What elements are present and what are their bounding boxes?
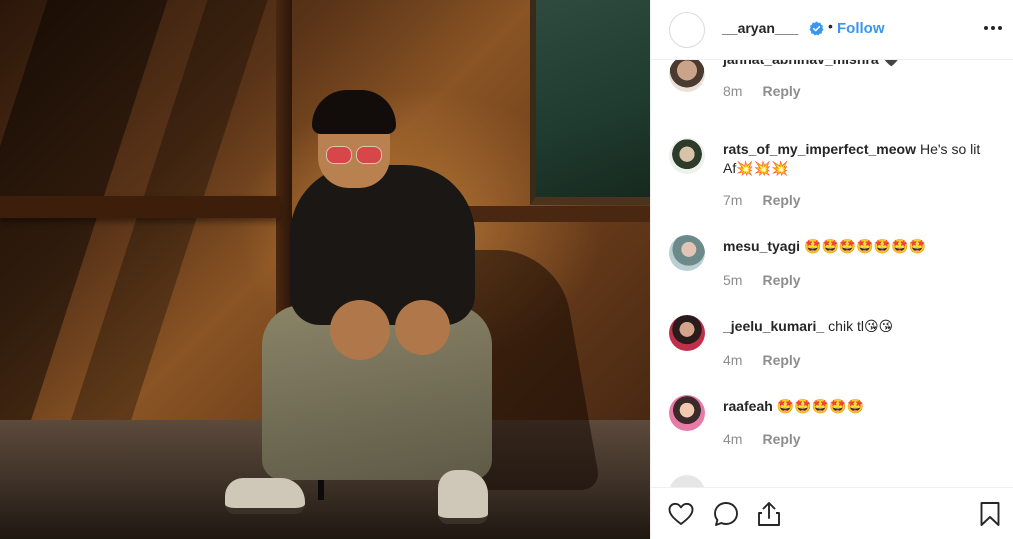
comment-meta: 4m Reply [723, 352, 801, 368]
person-hair [312, 90, 396, 134]
comment-text: jannat_abhinav_mishra 🖤 [723, 60, 993, 69]
wall-rail [0, 196, 280, 218]
follow-button[interactable]: Follow [837, 20, 885, 37]
person-torso [290, 165, 475, 325]
post-action-bar [651, 487, 1013, 539]
comment-username[interactable]: mesu_tyagi [723, 238, 800, 254]
reply-button[interactable]: Reply [762, 83, 800, 99]
post-header: __aryan___ • Follow [651, 0, 1013, 60]
shoe [225, 478, 305, 514]
heart-icon[interactable] [667, 500, 695, 528]
shoe [438, 470, 488, 524]
commenter-avatar[interactable] [669, 315, 705, 351]
comments-list[interactable]: jannat_abhinav_mishra 🖤 8m Reply rats_of_m… [651, 60, 1013, 487]
comment-time[interactable]: 4m [723, 431, 742, 447]
commenter-avatar[interactable] [669, 235, 705, 271]
comment-meta: 5m Reply [723, 272, 801, 288]
comment-username[interactable]: raafeah [723, 398, 773, 414]
more-options-icon[interactable] [981, 16, 1005, 40]
comment-meta: 4m Reply [723, 431, 801, 447]
comment-time[interactable]: 5m [723, 272, 742, 288]
comment-content: 🤩🤩🤩🤩🤩 [776, 398, 864, 414]
comment-meta: 7m Reply [723, 192, 801, 208]
post-photo[interactable] [0, 0, 650, 539]
sunglasses [326, 146, 382, 164]
commenter-avatar[interactable] [669, 60, 705, 92]
commenter-avatar[interactable] [669, 475, 705, 487]
comment-content: chik tl😘😘 [828, 318, 894, 334]
comment-username[interactable]: jannat_abhinav_mishra [723, 60, 879, 67]
commenter-avatar[interactable] [669, 395, 705, 431]
share-icon[interactable] [755, 500, 783, 528]
reply-button[interactable]: Reply [762, 352, 800, 368]
comment-time[interactable]: 4m [723, 352, 742, 368]
comment-username[interactable]: rats_of_my_imperfect_meow [723, 141, 916, 157]
person-hand [330, 300, 390, 360]
separator-dot: • [828, 18, 833, 34]
comment-content: 🖤 [883, 60, 900, 67]
comment-username[interactable]: _jeelu_kumari_ [723, 318, 824, 334]
comment-text: rats_of_my_imperfect_meow He's so lit Af💥… [723, 140, 993, 178]
bookmark-icon[interactable] [976, 500, 1004, 528]
comment-time[interactable]: 7m [723, 192, 742, 208]
reply-button[interactable]: Reply [762, 431, 800, 447]
comment-text: _jeelu_kumari_ chik tl😘😘 [723, 317, 993, 336]
verified-badge-icon [809, 21, 824, 36]
person-hand [395, 300, 450, 355]
reply-button[interactable]: Reply [762, 192, 800, 208]
comment-text: raafeah 🤩🤩🤩🤩🤩 [723, 397, 993, 416]
commenter-avatar[interactable] [669, 138, 705, 174]
comment-text: mesu_tyagi 🤩🤩🤩🤩🤩🤩🤩 [723, 237, 993, 256]
comment-icon[interactable] [712, 500, 740, 528]
comment-time[interactable]: 8m [723, 83, 742, 99]
post-side-panel: __aryan___ • Follow jannat_abhinav_mishr… [650, 0, 1013, 539]
comment-meta: 8m Reply [723, 83, 801, 99]
author-avatar[interactable] [669, 12, 705, 48]
author-username[interactable]: __aryan___ [722, 20, 798, 36]
chalkboard [530, 0, 650, 205]
comment-content: 🤩🤩🤩🤩🤩🤩🤩 [804, 238, 927, 254]
reply-button[interactable]: Reply [762, 272, 800, 288]
